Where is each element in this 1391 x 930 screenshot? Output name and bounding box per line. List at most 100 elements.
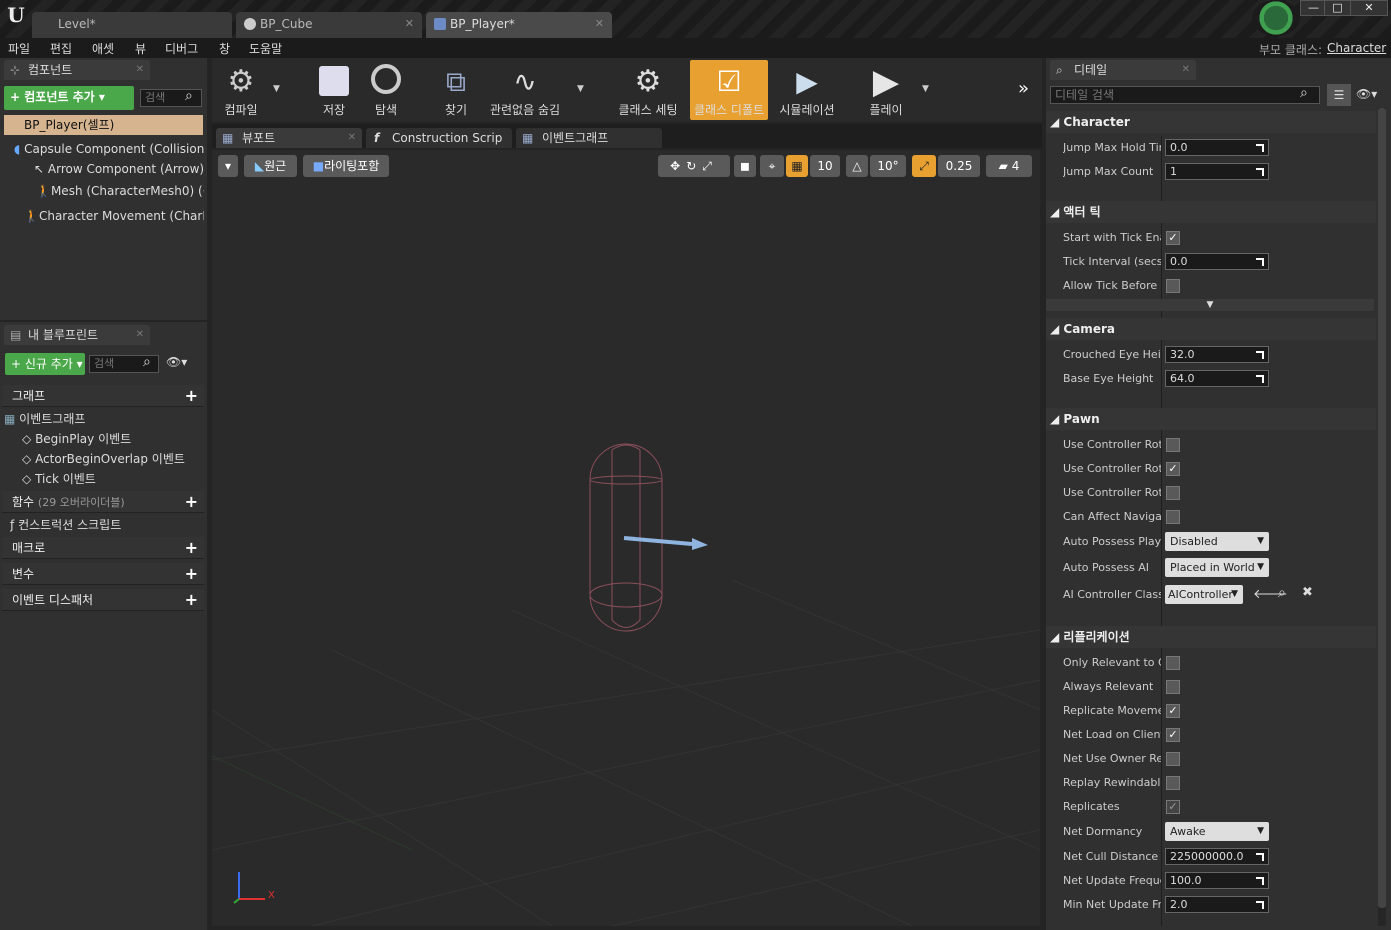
surface-snap-button[interactable]: ⌖ bbox=[760, 155, 784, 177]
event-item-beginplay[interactable]: ◇ BeginPlay 이벤트 bbox=[22, 430, 202, 447]
only-relevant-checkbox[interactable] bbox=[1166, 656, 1180, 670]
add-variable-button[interactable]: + bbox=[185, 563, 198, 585]
close-icon[interactable]: ✕ bbox=[1182, 60, 1190, 80]
tab-bp-player[interactable]: BP_Player* ✕ bbox=[426, 12, 612, 38]
menu-window[interactable]: 창 bbox=[219, 40, 230, 57]
min-net-update-input[interactable]: 2.0 bbox=[1165, 896, 1269, 913]
tab-construction-script[interactable]: f Construction Scrip bbox=[366, 128, 512, 148]
auto-possess-player-select[interactable]: Disabled bbox=[1165, 532, 1269, 551]
ucr2-checkbox[interactable]: ✓ bbox=[1166, 462, 1180, 476]
save-button[interactable]: 저장 bbox=[312, 60, 356, 120]
dispatchers-section[interactable]: 이벤트 디스패처 + bbox=[2, 589, 204, 611]
start-tick-checkbox[interactable]: ✓ bbox=[1166, 231, 1180, 245]
net-load-checkbox[interactable]: ✓ bbox=[1166, 728, 1180, 742]
advanced-expand-button[interactable]: ▼ bbox=[1046, 299, 1374, 311]
menu-help[interactable]: 도움말 bbox=[249, 40, 282, 57]
net-dormancy-select[interactable]: Awake bbox=[1165, 822, 1269, 841]
class-defaults-button[interactable]: ☑ 클래스 디폴트 bbox=[690, 60, 768, 120]
functions-section[interactable]: 함수 (29 오버라이더블) + bbox=[2, 491, 204, 513]
always-relevant-checkbox[interactable] bbox=[1166, 680, 1180, 694]
rotation-snap-value[interactable]: 10° bbox=[870, 155, 906, 177]
add-graph-button[interactable]: + bbox=[185, 385, 198, 407]
close-icon[interactable]: ✕ bbox=[595, 12, 604, 36]
camera-speed-button[interactable]: ▰ 4 bbox=[986, 155, 1032, 177]
ucr1-checkbox[interactable] bbox=[1166, 438, 1180, 452]
menu-view[interactable]: 뷰 bbox=[135, 40, 146, 57]
replay-rewindable-checkbox[interactable] bbox=[1166, 776, 1180, 790]
viewport[interactable]: X bbox=[212, 150, 1040, 926]
details-search-input[interactable]: 디테일 검색 bbox=[1050, 86, 1320, 104]
menu-edit[interactable]: 편집 bbox=[50, 40, 72, 57]
section-actor-tick[interactable]: ◢ 액터 틱 bbox=[1046, 201, 1376, 223]
tab-viewport[interactable]: ▦ 뷰포트 ✕ bbox=[216, 128, 362, 148]
toolbar-overflow-icon[interactable]: » bbox=[1018, 78, 1029, 99]
event-item-tick[interactable]: ◇ Tick 이벤트 bbox=[22, 470, 202, 487]
maximize-button[interactable]: □ bbox=[1324, 0, 1351, 16]
scale-snap-toggle[interactable]: ⤢ bbox=[912, 155, 936, 177]
transform-tools-group[interactable]: ✥↻⤢ bbox=[658, 155, 730, 177]
component-movement[interactable]: 🚶Character Movement (CharMo bbox=[24, 209, 204, 223]
browse-magnifier-icon[interactable]: ⌕ bbox=[1278, 585, 1286, 601]
section-pawn[interactable]: ◢ Pawn bbox=[1046, 408, 1376, 430]
menu-file[interactable]: 파일 bbox=[8, 40, 30, 57]
close-icon[interactable]: ✕ bbox=[348, 128, 356, 148]
tab-components[interactable]: ⊹ 컴포넌트 ✕ bbox=[4, 60, 150, 80]
add-function-button[interactable]: + bbox=[185, 491, 198, 513]
browse-button[interactable]: 탐색 bbox=[364, 60, 408, 120]
auto-possess-ai-select[interactable]: Placed in World bbox=[1165, 558, 1269, 577]
component-capsule[interactable]: ◖ Capsule Component (Collision bbox=[14, 142, 204, 156]
add-dispatcher-button[interactable]: + bbox=[185, 589, 198, 611]
crouched-eye-input[interactable]: 32.0 bbox=[1165, 346, 1269, 363]
component-arrow[interactable]: ↖ Arrow Component (Arrow) ( bbox=[34, 162, 204, 176]
component-root-row[interactable]: BP_Player(셀프) bbox=[4, 115, 203, 135]
close-icon[interactable]: ✕ bbox=[136, 325, 144, 345]
close-icon[interactable]: ✕ bbox=[136, 60, 144, 80]
close-window-button[interactable]: ✕ bbox=[1350, 0, 1388, 16]
net-cull-input[interactable]: 225000000.0 bbox=[1165, 848, 1269, 865]
eye-icon[interactable]: 👁▾ bbox=[1356, 87, 1377, 101]
menu-debug[interactable]: 디버그 bbox=[165, 40, 198, 57]
chevron-down-icon[interactable]: ▼ bbox=[922, 84, 929, 94]
tab-my-blueprint[interactable]: ▤ 내 블루프린트 ✕ bbox=[4, 325, 150, 345]
clear-icon[interactable]: ✖ bbox=[1302, 585, 1313, 600]
tab-bp-cube[interactable]: BP_Cube ✕ bbox=[236, 12, 422, 38]
tab-level[interactable]: Level* bbox=[32, 12, 232, 38]
compile-button[interactable]: ⚙ 컴파일 bbox=[216, 60, 266, 120]
tab-details[interactable]: ⌕ 디테일 ✕ bbox=[1050, 60, 1196, 80]
replicate-movement-checkbox[interactable]: ✓ bbox=[1166, 704, 1180, 718]
section-character[interactable]: ◢ Character bbox=[1046, 111, 1376, 133]
graph-section[interactable]: 그래프 + bbox=[2, 385, 204, 407]
add-component-button[interactable]: + 컴포넌트 추가 ▾ bbox=[4, 86, 134, 110]
component-mesh[interactable]: 🚶Mesh (CharacterMesh0) (상 bbox=[36, 182, 204, 199]
ucr3-checkbox[interactable] bbox=[1166, 486, 1180, 500]
scale-snap-value[interactable]: 0.25 bbox=[938, 155, 980, 177]
event-item-overlap[interactable]: ◇ ActorBeginOverlap 이벤트 bbox=[22, 450, 202, 467]
jump-max-count-input[interactable]: 1 bbox=[1165, 163, 1269, 180]
simulation-button[interactable]: ▶ 시뮬레이션 bbox=[776, 60, 838, 120]
construction-script-item[interactable]: ƒ 컨스트럭션 스크립트 bbox=[10, 516, 202, 533]
net-update-freq-input[interactable]: 100.0 bbox=[1165, 872, 1269, 889]
base-eye-input[interactable]: 64.0 bbox=[1165, 370, 1269, 387]
tick-interval-input[interactable]: 0.0 bbox=[1165, 253, 1269, 270]
can-affect-checkbox[interactable] bbox=[1166, 510, 1180, 524]
add-macro-button[interactable]: + bbox=[185, 537, 198, 559]
viewport-options-button[interactable]: ▾ bbox=[218, 155, 238, 177]
chevron-down-icon[interactable]: ▼ bbox=[273, 84, 280, 94]
parent-class-link[interactable]: Character bbox=[1327, 41, 1386, 55]
perspective-button[interactable]: ◣원근 bbox=[244, 155, 297, 177]
allow-tick-checkbox[interactable] bbox=[1166, 279, 1180, 293]
jump-max-hold-input[interactable]: 0.0 bbox=[1165, 139, 1269, 156]
play-button[interactable]: ▶ 플레이 bbox=[862, 60, 910, 120]
section-replication[interactable]: ◢ 리플리케이션 bbox=[1046, 626, 1376, 648]
hide-unrelated-button[interactable]: ∿ 관련없음 숨김 bbox=[488, 60, 562, 120]
event-graph-item[interactable]: ▦ 이벤트그래프 bbox=[4, 410, 204, 427]
add-new-button[interactable]: + 신규 추가 ▾ bbox=[5, 353, 85, 375]
variables-section[interactable]: 변수 + bbox=[2, 563, 204, 585]
replicates-checkbox[interactable]: ✓ bbox=[1166, 800, 1180, 814]
menu-asset[interactable]: 애셋 bbox=[92, 40, 114, 57]
world-local-toggle[interactable]: ◼ bbox=[734, 155, 756, 177]
net-use-owner-checkbox[interactable] bbox=[1166, 752, 1180, 766]
ai-controller-select[interactable]: AIController bbox=[1165, 585, 1243, 604]
eye-icon[interactable]: 👁▾ bbox=[166, 355, 187, 369]
grid-snap-value[interactable]: 10 bbox=[810, 155, 840, 177]
